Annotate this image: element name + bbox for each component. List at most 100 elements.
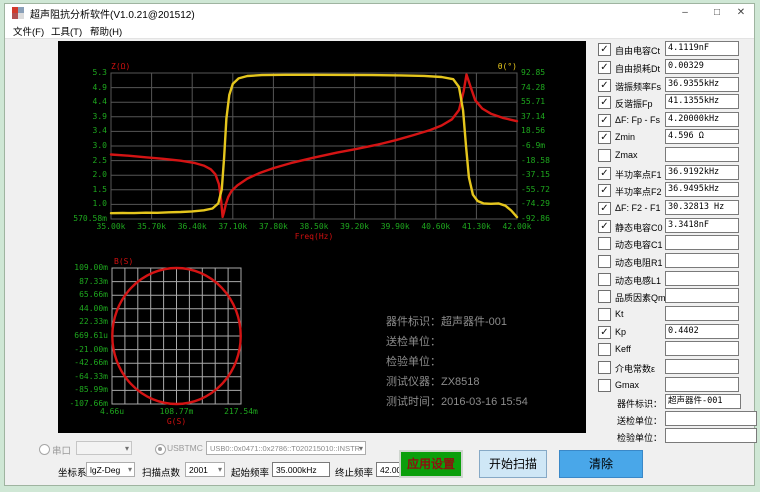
checkbox-zmin[interactable]: ✓ (598, 131, 611, 144)
checkbox-static-cap-c0[interactable]: ✓ (598, 220, 611, 233)
checkbox-dielectric-const[interactable] (598, 361, 611, 374)
coord-label: 坐标系 (58, 465, 87, 479)
param-value-zmax[interactable] (665, 147, 739, 162)
close-button[interactable]: ✕ (727, 4, 755, 22)
field-input-inspect-unit[interactable] (665, 428, 757, 443)
checkbox-kp[interactable]: ✓ (598, 326, 611, 339)
serial-port-radio[interactable] (39, 444, 50, 455)
param-value-dynamic-cap-c1[interactable] (665, 235, 739, 250)
param-value-antiresonance-fp[interactable]: 41.1355kHz (665, 94, 739, 109)
param-label-kt: Kt (615, 309, 624, 319)
param-value-zmin[interactable]: 4.596 Ω (665, 129, 739, 144)
chart2-y-tick: -85.99m (74, 385, 108, 395)
param-row-gmax: Gmax (596, 377, 760, 394)
chart1-left-tick: 3.0 (93, 141, 107, 151)
param-label-dielectric-const: 介电常数ε (615, 362, 655, 375)
checkbox-gmax[interactable] (598, 379, 611, 392)
param-row-quality-factor-qm: 品质因素Qm (596, 288, 760, 305)
param-label-free-loss-dt: 自由损耗Dt (615, 62, 660, 75)
field-row-inspect-unit: 检验单位： (596, 428, 760, 445)
chart2-y-tick: 22.33m (79, 317, 108, 327)
chart1-left-tick: 2.0 (93, 170, 107, 180)
param-label-half-power-f1: 半功率点F1 (615, 168, 662, 181)
param-value-static-cap-c0[interactable]: 3.3418nF (665, 218, 739, 233)
chart2-y-tick: 109.00m (74, 263, 108, 273)
param-label-zmin: Zmin (615, 132, 635, 142)
param-value-dynamic-ind-l1[interactable] (665, 271, 739, 286)
chevron-down-icon: ▾ (359, 442, 363, 455)
param-value-dielectric-const[interactable] (665, 359, 739, 374)
param-value-delta-f2-f1[interactable]: 30.32813 Hz (665, 200, 739, 215)
chart1-right-tick: 18.56 (521, 126, 545, 136)
chart2-x-tick: 217.54m (224, 407, 258, 417)
field-row-sender-unit: 送检单位： (596, 411, 760, 428)
serial-port-select[interactable]: ▾ (76, 441, 132, 455)
param-label-gmax: Gmax (615, 380, 639, 390)
checkbox-half-power-f2[interactable]: ✓ (598, 184, 611, 197)
param-row-dynamic-res-r1: 动态电阻R1 (596, 253, 760, 270)
menu-bar: 文件(F) 工具(T) 帮助(H) (5, 22, 754, 39)
chart1-right-tick: 74.28 (521, 83, 545, 93)
chart1-x-tick: 39.90k (381, 222, 410, 232)
checkbox-zmax[interactable] (598, 149, 611, 162)
field-input-sender-unit[interactable] (665, 411, 757, 426)
chart1-x-tick: 36.40k (178, 222, 207, 232)
checkbox-dynamic-ind-l1[interactable] (598, 273, 611, 286)
menu-help[interactable]: 帮助(H) (90, 24, 122, 38)
chart1-left-tick: 3.9 (93, 112, 107, 122)
param-value-resonance-freq-fs[interactable]: 36.9355kHz (665, 77, 739, 92)
param-row-delta-fp-fs: ✓ΔF: Fp - Fs4.20000kHz (596, 112, 760, 129)
param-value-kp[interactable]: 0.4402 (665, 324, 739, 339)
checkbox-half-power-f1[interactable]: ✓ (598, 167, 611, 180)
param-value-gmax[interactable] (665, 377, 739, 392)
points-select[interactable]: 2001▾ (185, 462, 225, 477)
param-label-half-power-f2: 半功率点F2 (615, 185, 662, 198)
param-value-delta-fp-fs[interactable]: 4.20000kHz (665, 112, 739, 127)
param-value-half-power-f2[interactable]: 36.9495kHz (665, 182, 739, 197)
start-freq-input[interactable]: 35.000kHz (272, 462, 330, 477)
checkbox-delta-f2-f1[interactable]: ✓ (598, 202, 611, 215)
usbtmc-radio[interactable] (155, 444, 166, 455)
checkbox-keff[interactable] (598, 343, 611, 356)
chart2-y-tick: -64.33m (74, 372, 108, 382)
clear-button[interactable]: 清除 (559, 450, 643, 478)
start-freq-label: 起始频率 (231, 465, 269, 479)
param-value-quality-factor-qm[interactable] (665, 288, 739, 303)
checkbox-resonance-freq-fs[interactable]: ✓ (598, 79, 611, 92)
chart1-right-tick: 37.14 (521, 112, 545, 122)
chart1-left-tick: 4.9 (93, 83, 107, 93)
checkbox-free-capacitance-ct[interactable]: ✓ (598, 43, 611, 56)
menu-tools[interactable]: 工具(T) (51, 24, 82, 38)
menu-file[interactable]: 文件(F) (13, 24, 44, 38)
field-input-device-id[interactable]: 超声器件-001 (665, 394, 741, 409)
apply-settings-button[interactable]: 应用设置 (399, 450, 463, 478)
param-value-free-loss-dt[interactable]: 0.00329 (665, 59, 739, 74)
chart1-left-tick: 4.4 (93, 97, 107, 107)
param-value-dynamic-res-r1[interactable] (665, 253, 739, 268)
app-icon (12, 7, 24, 19)
chevron-down-icon: ▾ (218, 463, 222, 476)
minimize-button[interactable]: – (671, 4, 699, 22)
param-value-half-power-f1[interactable]: 36.9192kHz (665, 165, 739, 180)
param-value-free-capacitance-ct[interactable]: 4.1119nF (665, 41, 739, 56)
chart1-left-tick: 1.5 (93, 185, 107, 195)
chart2-x-tick: 108.77m (160, 407, 194, 417)
param-row-half-power-f1: ✓ 半功率点F136.9192kHz (596, 165, 760, 182)
param-value-keff[interactable] (665, 341, 739, 356)
checkbox-dynamic-cap-c1[interactable] (598, 237, 611, 250)
checkbox-antiresonance-fp[interactable]: ✓ (598, 96, 611, 109)
coord-select[interactable]: lgZ-Deg▾ (86, 462, 135, 477)
param-row-zmin: ✓ Zmin 4.596 Ω (596, 129, 760, 146)
checkbox-delta-fp-fs[interactable]: ✓ (598, 114, 611, 127)
usbtmc-select[interactable]: USB0::0x0471::0x2786::T020215010::INSTR▾ (206, 441, 366, 455)
checkbox-quality-factor-qm[interactable] (598, 290, 611, 303)
window-title: 超声阻抗分析软件(V1.0.21@201512) (30, 6, 195, 21)
checkbox-free-loss-dt[interactable]: ✓ (598, 61, 611, 74)
chart1-x-axis-title: Freq(Hz) (295, 232, 334, 242)
param-value-kt[interactable] (665, 306, 739, 321)
chart1-right-tick: -74.29 (521, 199, 550, 209)
checkbox-dynamic-res-r1[interactable] (598, 255, 611, 268)
start-scan-button[interactable]: 开始扫描 (479, 450, 547, 478)
checkbox-kt[interactable] (598, 308, 611, 321)
chart2-y-axis-title: B(S) (114, 257, 133, 267)
